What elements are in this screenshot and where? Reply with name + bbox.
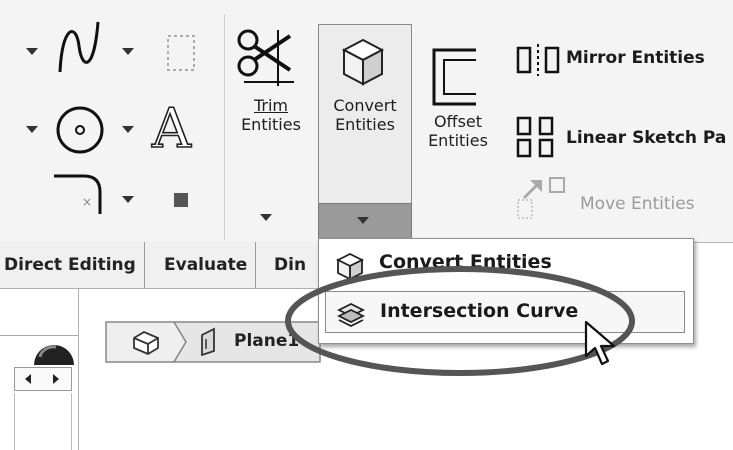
fillet-icon[interactable]: ×: [50, 168, 114, 216]
tab-evaluate[interactable]: Evaluate: [156, 242, 257, 288]
convert-entities-icon: [341, 38, 385, 86]
scroll-left-arrow[interactable]: [25, 374, 31, 384]
appearance-sphere-icon[interactable]: [32, 337, 76, 365]
text-tool-icon[interactable]: A: [151, 99, 192, 159]
ellipse-icon[interactable]: [54, 104, 106, 156]
mouse-pointer-icon: [584, 320, 616, 366]
trim-entities-label[interactable]: Trim Entities: [232, 96, 310, 134]
rectangle-dropdown-arrow[interactable]: [26, 126, 38, 133]
command-manager-ribbon: A × Trim Entities Convert Entities Offse…: [0, 0, 733, 243]
convert-dropdown-arrow: [357, 217, 369, 224]
sketch-picture-icon[interactable]: [164, 30, 200, 76]
tab-direct-editing[interactable]: Direct Editing: [0, 242, 145, 288]
panel-content-area: [14, 393, 72, 450]
trim-entities-icon[interactable]: [236, 26, 296, 88]
ellipse-dropdown-arrow[interactable]: [122, 126, 134, 133]
panel-divider: [0, 335, 78, 336]
spline-dropdown-arrow[interactable]: [122, 48, 134, 55]
linear-sketch-pattern-label[interactable]: Linear Sketch Pa: [566, 128, 726, 148]
spline-icon[interactable]: [54, 16, 104, 78]
convert-entities-label: Convert Entities: [333, 96, 397, 134]
part-icon[interactable]: [130, 328, 162, 356]
fillet-dropdown-arrow[interactable]: [122, 196, 134, 203]
move-entities-label: Move Entities: [580, 194, 695, 214]
scroll-right-arrow[interactable]: [53, 374, 59, 384]
point-icon[interactable]: [174, 193, 188, 207]
svg-text:×: ×: [82, 195, 92, 209]
feature-manager-panel: [0, 289, 79, 450]
command-manager-tabs: Direct Editing Evaluate Din: [0, 242, 330, 289]
panel-scroll-buttons: [14, 367, 72, 391]
trim-dropdown-arrow[interactable]: [260, 214, 272, 221]
mirror-entities-icon[interactable]: [516, 42, 560, 78]
linear-sketch-pattern-icon[interactable]: [516, 114, 560, 160]
ribbon-separator: [224, 14, 225, 240]
plane-icon[interactable]: [198, 327, 224, 357]
move-entities-icon: [517, 177, 565, 219]
sketch-tool-dropdown-arrow[interactable]: [26, 48, 38, 55]
offset-entities-icon[interactable]: [428, 46, 482, 108]
offset-entities-label[interactable]: Offset Entities: [418, 112, 498, 150]
mirror-entities-label[interactable]: Mirror Entities: [566, 48, 705, 68]
